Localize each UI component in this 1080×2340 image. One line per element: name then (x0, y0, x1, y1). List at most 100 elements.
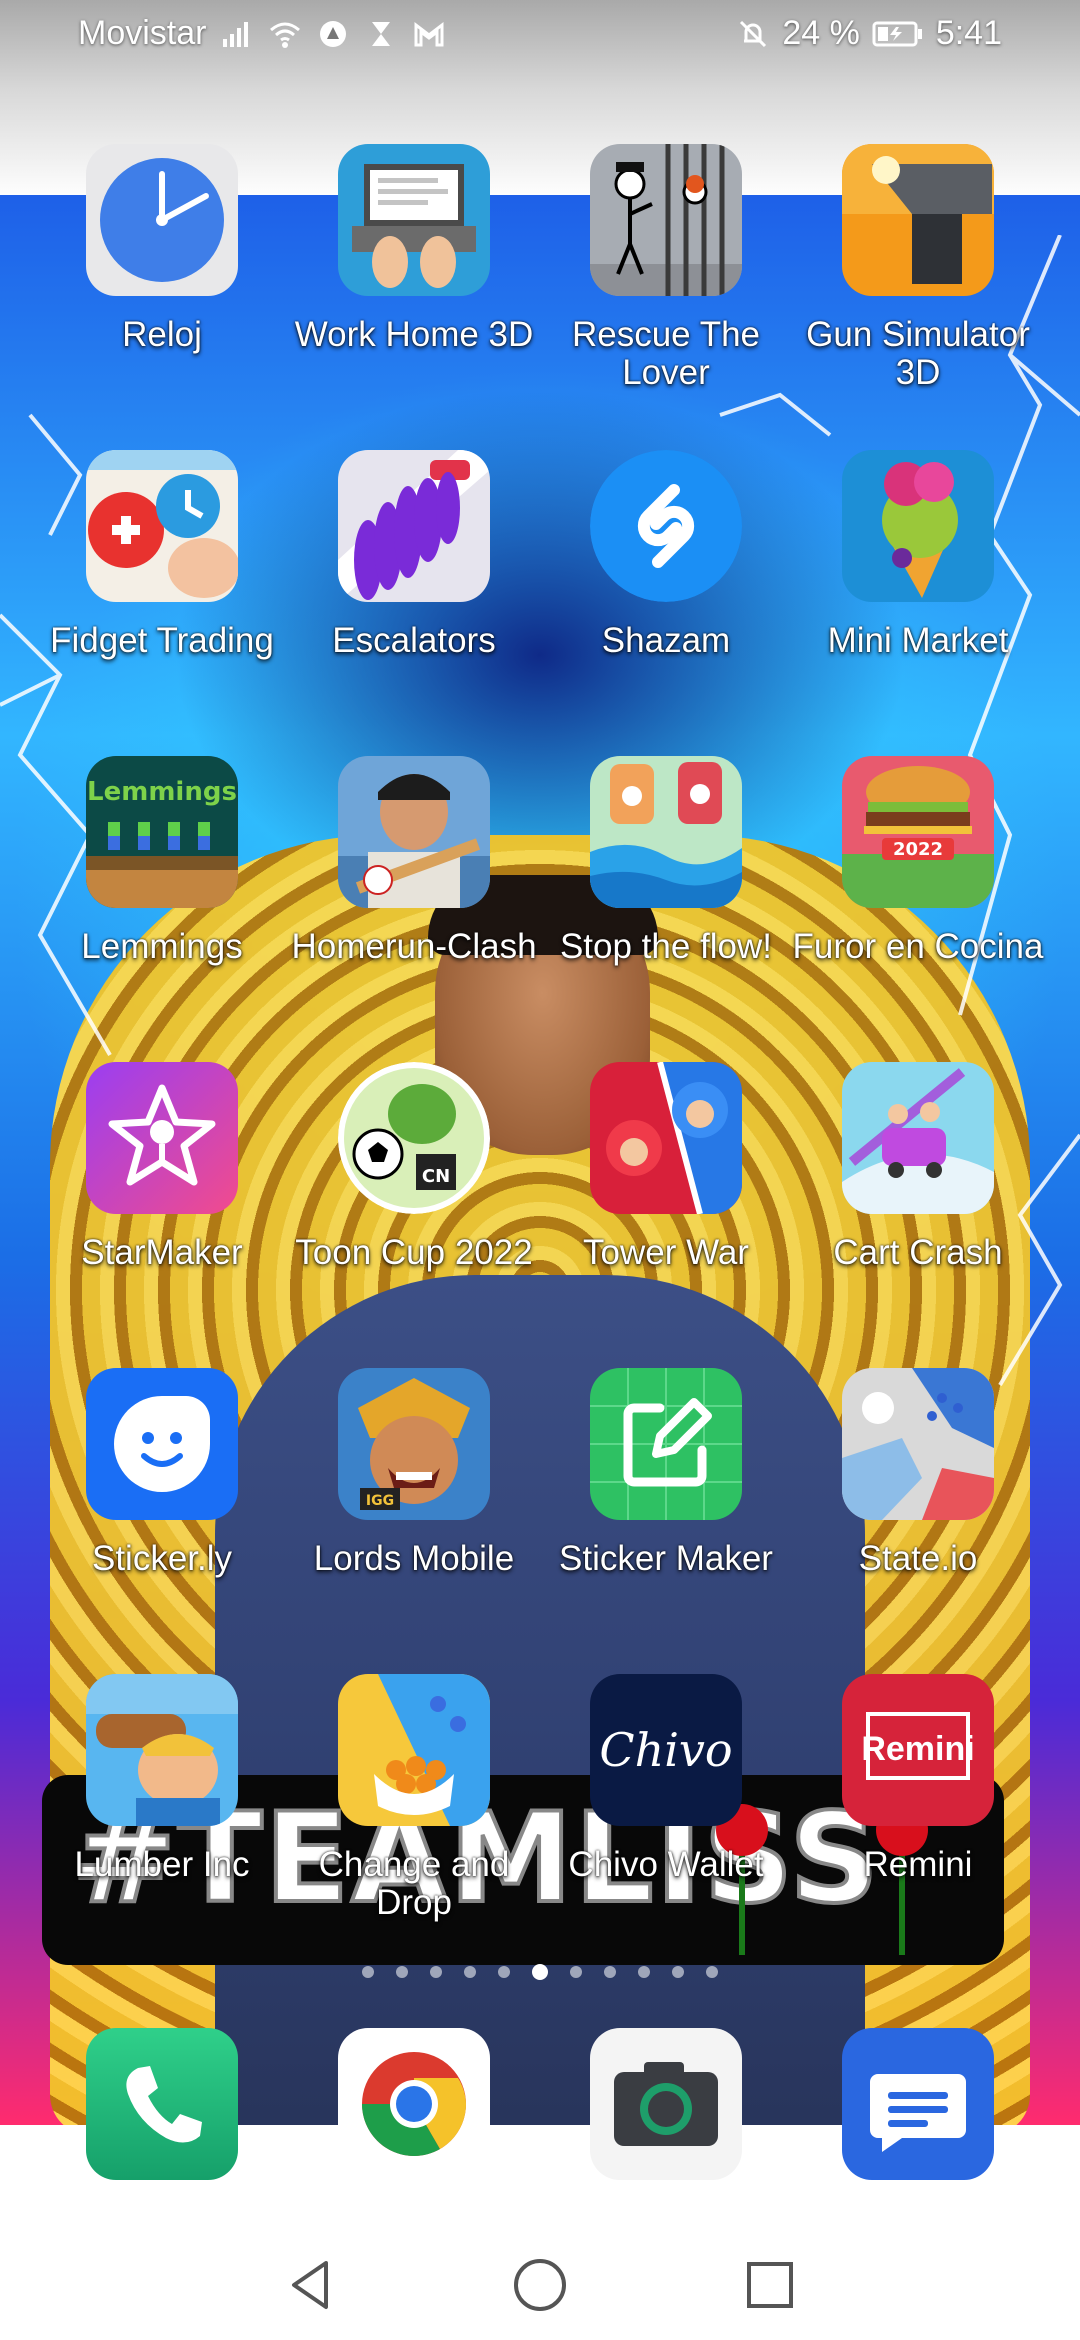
app-label: Toon Cup 2022 (295, 1233, 533, 1272)
home-icon[interactable] (510, 2255, 570, 2315)
gun-icon[interactable] (842, 144, 994, 296)
remini-icon[interactable]: Remini (842, 1674, 994, 1826)
balls-icon[interactable] (338, 1674, 490, 1826)
phone-icon[interactable] (86, 2028, 238, 2180)
svg-text:IGG: IGG (366, 1493, 394, 1509)
lemmings-icon[interactable]: Lemmings (86, 756, 238, 908)
gmail-icon (414, 21, 444, 46)
app-change-and-drop[interactable]: Change and Drop (288, 1670, 540, 1976)
app-sticker-maker[interactable]: Sticker Maker (540, 1364, 792, 1670)
soccer-icon[interactable]: CN (338, 1062, 490, 1214)
app-label: Sticker.ly (91, 1539, 233, 1578)
app-state-io[interactable]: State.io (792, 1364, 1044, 1670)
app-grid: Reloj Work Home 3D Rescue The Lover Gun … (0, 140, 1080, 1976)
page-indicator (0, 1962, 1080, 1982)
app-label: Lemmings (81, 927, 243, 966)
dock (0, 2028, 1080, 2180)
chivo-icon[interactable]: Chivo (590, 1674, 742, 1826)
lumberjack-icon[interactable] (86, 1674, 238, 1826)
app-label: Lords Mobile (313, 1539, 515, 1578)
page-dot[interactable] (498, 1966, 510, 1978)
app-label: Gun Simulator 3D (806, 315, 1030, 392)
signal-icon (223, 21, 249, 47)
chivo-logo: Chivo (599, 1723, 732, 1777)
app-fidget-trading[interactable]: Fidget Trading (36, 446, 288, 752)
tower-war-icon[interactable] (590, 1062, 742, 1214)
app-reloj[interactable]: Reloj (36, 140, 288, 446)
app-lumber-inc[interactable]: Lumber Inc (36, 1670, 288, 1976)
icecream-icon[interactable] (842, 450, 994, 602)
app-label: Rescue The Lover (571, 315, 761, 392)
status-bar: Movistar 24 % 5:41 (0, 0, 1080, 72)
app-label: Reloj (122, 315, 202, 354)
app-furor-en-cocina[interactable]: 2022 Furor en Cocina (792, 752, 1044, 1058)
dock-chrome[interactable] (288, 2028, 540, 2180)
clock-time: 5:41 (935, 14, 1002, 52)
fidget-icon[interactable] (86, 450, 238, 602)
svg-text:2022: 2022 (893, 839, 943, 860)
app-label: Remini (863, 1845, 973, 1884)
back-icon[interactable] (280, 2255, 340, 2315)
stickman-jail-icon[interactable] (590, 144, 742, 296)
app-sticker-ly[interactable]: Sticker.ly (36, 1364, 288, 1670)
page-dot-active[interactable] (532, 1964, 548, 1980)
app-lemmings[interactable]: Lemmings Lemmings (36, 752, 288, 1058)
page-dot[interactable] (604, 1966, 616, 1978)
page-dot[interactable] (396, 1966, 408, 1978)
app-toon-cup-2022[interactable]: CN Toon Cup 2022 (288, 1058, 540, 1364)
app-shazam[interactable]: Shazam (540, 446, 792, 752)
clock-icon[interactable] (86, 144, 238, 296)
app-cart-crash[interactable]: Cart Crash (792, 1058, 1044, 1364)
page-dot[interactable] (638, 1966, 650, 1978)
laptop-icon[interactable] (338, 144, 490, 296)
app-gun-simulator-3d[interactable]: Gun Simulator 3D (792, 140, 1044, 446)
app-label: Chivo Wallet (568, 1845, 764, 1884)
cart-icon[interactable] (842, 1062, 994, 1214)
app-stop-the-flow[interactable]: Stop the flow! (540, 752, 792, 1058)
app-label: Change and Drop (318, 1845, 510, 1922)
app-label: Sticker Maker (559, 1539, 773, 1578)
app-work-home-3d[interactable]: Work Home 3D (288, 140, 540, 446)
app-starmaker[interactable]: StarMaker (36, 1058, 288, 1364)
crowd-icon[interactable] (338, 450, 490, 602)
svg-text:CN: CN (422, 1166, 450, 1187)
remini-logo: Remini (861, 1730, 974, 1768)
dock-camera[interactable] (540, 2028, 792, 2180)
app-remini[interactable]: Remini Remini (792, 1670, 1044, 1976)
messages-icon[interactable] (842, 2028, 994, 2180)
flow-icon[interactable] (590, 756, 742, 908)
page-dot[interactable] (464, 1966, 476, 1978)
page-dot[interactable] (362, 1966, 374, 1978)
app-tower-war[interactable]: Tower War (540, 1058, 792, 1364)
dock-messages[interactable] (792, 2028, 1044, 2180)
app-mini-market[interactable]: Mini Market (792, 446, 1044, 752)
sticker-edit-icon[interactable] (590, 1368, 742, 1520)
app-escalators[interactable]: Escalators (288, 446, 540, 752)
app-homerun-clash[interactable]: Homerun-Clash (288, 752, 540, 1058)
app-label: Furor en Cocina (792, 927, 1044, 966)
page-dot[interactable] (430, 1966, 442, 1978)
battery-percent: 24 % (782, 14, 860, 52)
app-label: Mini Market (827, 621, 1009, 660)
page-dot[interactable] (706, 1966, 718, 1978)
app-label: Fidget Trading (50, 621, 274, 660)
svg-text:Lemmings: Lemmings (87, 777, 237, 807)
app-label: State.io (858, 1539, 978, 1578)
app-label: Escalators (332, 621, 496, 660)
baseball-icon[interactable] (338, 756, 490, 908)
map-icon[interactable] (842, 1368, 994, 1520)
warrior-icon[interactable]: IGG (338, 1368, 490, 1520)
page-dot[interactable] (570, 1966, 582, 1978)
camera-icon[interactable] (590, 2028, 742, 2180)
dock-phone[interactable] (36, 2028, 288, 2180)
chrome-icon[interactable] (338, 2028, 490, 2180)
app-lords-mobile[interactable]: IGG Lords Mobile (288, 1364, 540, 1670)
smiley-icon[interactable] (86, 1368, 238, 1520)
burger-icon[interactable]: 2022 (842, 756, 994, 908)
star-mic-icon[interactable] (86, 1062, 238, 1214)
app-rescue-the-lover[interactable]: Rescue The Lover (540, 140, 792, 446)
shazam-icon[interactable] (590, 450, 742, 602)
app-chivo-wallet[interactable]: Chivo Chivo Wallet (540, 1670, 792, 1976)
recents-icon[interactable] (740, 2255, 800, 2315)
page-dot[interactable] (672, 1966, 684, 1978)
